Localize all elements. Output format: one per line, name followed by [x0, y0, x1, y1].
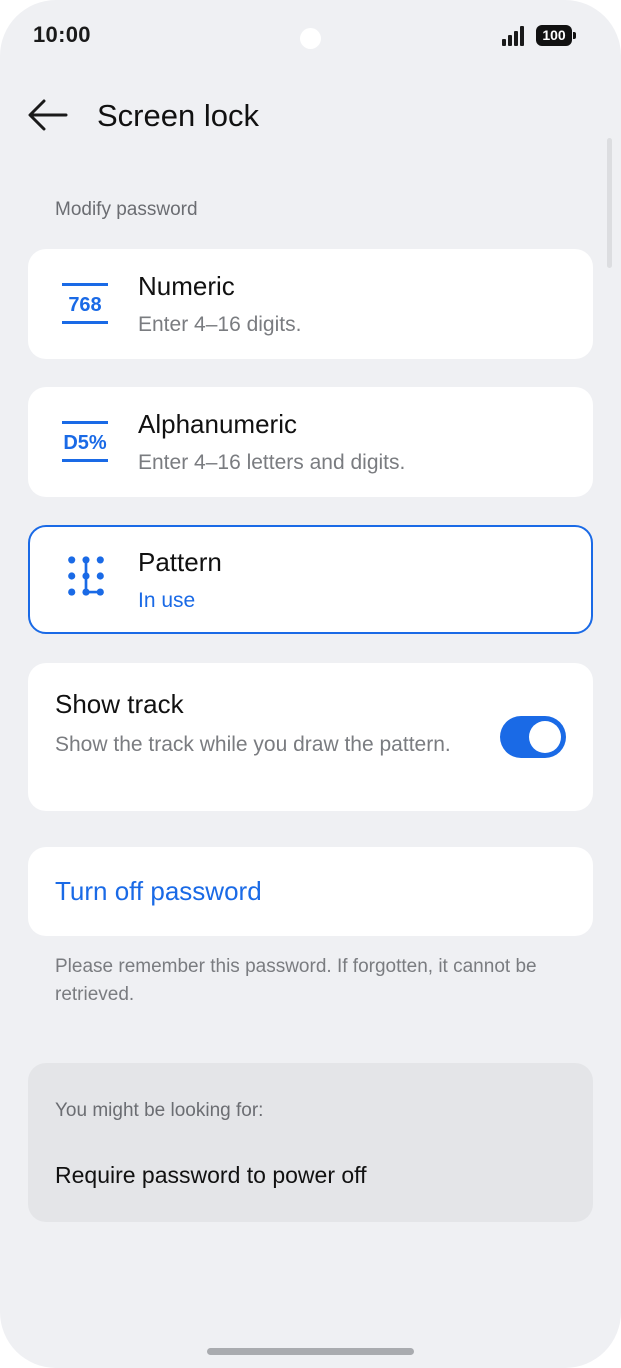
- turn-off-password-button[interactable]: Turn off password: [55, 876, 262, 907]
- suggestions-panel: You might be looking for: Require passwo…: [28, 1063, 593, 1222]
- option-alphanumeric[interactable]: D5% Alphanumeric Enter 4–16 letters and …: [28, 387, 593, 497]
- turn-off-card[interactable]: Turn off password: [28, 847, 593, 936]
- show-track-description: Show the track while you draw the patter…: [55, 733, 451, 756]
- pattern-lock-icon: [68, 556, 104, 596]
- home-indicator[interactable]: [207, 1348, 414, 1355]
- option-title: Numeric: [138, 271, 235, 301]
- show-track-card: Show track Show the track while you draw…: [28, 663, 593, 811]
- header: Screen lock: [0, 80, 621, 150]
- password-note: Please remember this password. If forgot…: [55, 956, 537, 1005]
- option-subtitle: Enter 4–16 letters and digits.: [138, 451, 406, 474]
- numeric-password-icon: 768: [62, 283, 108, 324]
- phone-screen: 10:00 100 Screen lock Modify password 76…: [0, 0, 621, 1368]
- option-status: In use: [138, 589, 196, 612]
- arrow-left-icon: [28, 99, 68, 131]
- show-track-toggle[interactable]: [500, 716, 566, 758]
- option-title: Alphanumeric: [138, 409, 297, 439]
- option-pattern[interactable]: Pattern In use: [28, 525, 593, 634]
- page-title: Screen lock: [97, 98, 259, 133]
- scrollbar[interactable]: [607, 138, 612, 268]
- back-button[interactable]: [24, 94, 70, 136]
- suggestions-label: You might be looking for:: [55, 1100, 264, 1121]
- toggle-knob: [529, 721, 561, 753]
- show-track-title: Show track: [55, 689, 184, 719]
- suggestion-link[interactable]: Require password to power off: [55, 1162, 367, 1189]
- signal-icon: [502, 26, 526, 46]
- option-numeric[interactable]: 768 Numeric Enter 4–16 digits.: [28, 249, 593, 359]
- status-bar: 10:00 100: [0, 0, 621, 70]
- alphanumeric-password-icon: D5%: [62, 421, 108, 462]
- option-subtitle: Enter 4–16 digits.: [138, 313, 302, 336]
- camera-cutout: [300, 28, 321, 49]
- section-label: Modify password: [55, 199, 198, 220]
- battery-icon: 100: [536, 25, 576, 46]
- option-title: Pattern: [138, 547, 222, 577]
- status-time: 10:00: [33, 22, 91, 47]
- alphanumeric-icon-text: D5%: [63, 432, 107, 454]
- numeric-icon-text: 768: [68, 294, 101, 316]
